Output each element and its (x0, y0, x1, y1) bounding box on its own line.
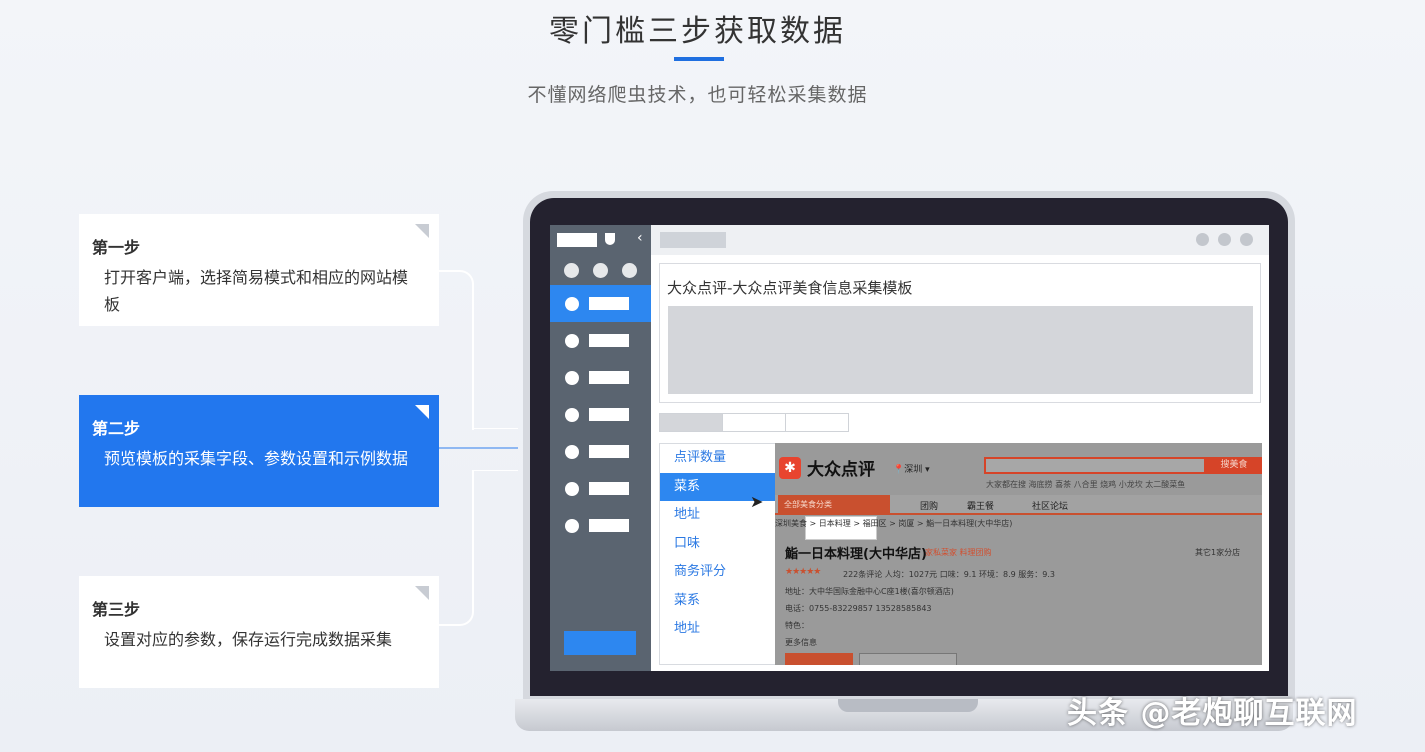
preview-logo: ✱ 大众点评 (779, 455, 875, 480)
sidebar-action-button[interactable] (564, 631, 636, 655)
field-item[interactable]: 口味 (660, 530, 775, 559)
website-preview: ✱ 大众点评 📍深圳 ▾ 搜美食 大家都在搜 海底捞 喜茶 八合里 烧鸡 小龙坎… (775, 443, 1262, 665)
sidebar-item[interactable] (550, 507, 651, 544)
step-desc: 预览模板的采集字段、参数设置和示例数据 (104, 449, 409, 468)
preview-nav-link: 霸王餐 (967, 502, 995, 512)
preview-shop-tag: 家私菜家 料理团购 (925, 548, 992, 557)
connector-step-3-head (472, 470, 518, 471)
preview-secondary-button (859, 653, 957, 665)
preview-nav: 全部美食分类 团购 霸王餐 社区论坛 (775, 495, 1262, 515)
preview-more: 更多信息 (785, 638, 817, 647)
step-card-2[interactable]: 第二步 预览模板的采集字段、参数设置和示例数据 (79, 395, 439, 507)
app-tab[interactable] (660, 232, 726, 248)
field-item[interactable]: 商务评分 (660, 558, 775, 587)
tab[interactable] (722, 413, 786, 432)
preview-hot-words: 大家都在搜 海底捞 喜茶 八合里 烧鸡 小龙坎 太二酸菜鱼 (986, 480, 1186, 489)
sidebar-item[interactable] (550, 433, 651, 470)
preview-shop-name: 鮨一日本料理(大中华店) (785, 547, 927, 562)
sidebar-dots (550, 255, 651, 285)
connector-step-1 (438, 270, 474, 430)
shield-icon (605, 233, 615, 245)
sidebar-item[interactable] (550, 396, 651, 433)
field-item[interactable]: 地址 (660, 615, 775, 644)
corner-icon (415, 586, 429, 600)
template-tabs (659, 413, 849, 432)
preview-search-input (984, 457, 1206, 474)
app-screen: ‹ 大众点评-大众点评美食信息采集模板 点评数量 菜系 地址 口味 商务评分 菜… (550, 225, 1269, 671)
watermark: 头条 @老炮聊互联网 (1067, 696, 1358, 731)
sidebar-item[interactable] (550, 359, 651, 396)
window-dot-icon[interactable] (1196, 233, 1209, 246)
app-topbar (651, 225, 1269, 255)
window-dot-icon[interactable] (1218, 233, 1231, 246)
collapse-chevron-icon[interactable]: ‹ (637, 230, 643, 246)
preview-city-name: 深圳 (904, 465, 923, 475)
sidebar-item[interactable] (550, 322, 651, 359)
preview-nav-link: 团购 (920, 502, 939, 512)
preview-search-button: 搜美食 (1206, 457, 1262, 474)
connector-step-2 (438, 447, 518, 449)
app-sidebar: ‹ (550, 225, 651, 671)
corner-icon (415, 224, 429, 238)
hero-title: 零门槛三步获取数据 (549, 14, 846, 49)
step-title: 第一步 (92, 238, 141, 257)
preview-nav-category: 全部美食分类 (778, 495, 890, 515)
connector-step-1-tail (472, 428, 518, 429)
dianping-logo-icon: ✱ (779, 456, 801, 479)
sidebar-header: ‹ (550, 225, 651, 255)
corner-icon (415, 405, 429, 419)
connector-step-3 (438, 470, 474, 626)
preview-city: 📍深圳 ▾ (893, 465, 930, 475)
step-card-1[interactable]: 第一步 打开客户端，选择简易模式和相应的网站模板 (79, 214, 439, 326)
preview-feature: 特色： (785, 621, 809, 630)
preview-stats: 222条评论 人均：1027元 口味：9.1 环境：8.9 服务：9.3 (843, 570, 1055, 579)
app-logo (557, 233, 597, 247)
step-card-3[interactable]: 第三步 设置对应的参数，保存运行完成数据采集 (79, 576, 439, 688)
step-title: 第二步 (92, 419, 141, 438)
tab[interactable] (785, 413, 849, 432)
template-description-area (668, 306, 1253, 394)
preview-nav-link: 社区论坛 (1032, 502, 1069, 512)
sidebar-item[interactable] (550, 285, 651, 322)
field-item[interactable]: 菜系 (660, 587, 775, 616)
template-panel: 大众点评-大众点评美食信息采集模板 (659, 263, 1261, 403)
hero-underline (674, 57, 724, 61)
step-title: 第三步 (92, 600, 141, 619)
preview-breadcrumb: 深圳美食 > 日本料理 > 福田区 > 岗厦 > 鮨一日本料理(大中华店) (775, 519, 1013, 528)
hero-subtitle: 不懂网络爬虫技术，也可轻松采集数据 (527, 84, 868, 106)
window-dot-icon[interactable] (1240, 233, 1253, 246)
template-title: 大众点评-大众点评美食信息采集模板 (667, 279, 913, 297)
preview-action-button (785, 653, 853, 665)
field-item[interactable]: 点评数量 (660, 444, 775, 473)
sidebar-item[interactable] (550, 470, 651, 507)
mouse-cursor-icon: ➤ (750, 492, 764, 511)
laptop-notch (838, 699, 978, 712)
field-list: 点评数量 菜系 地址 口味 商务评分 菜系 地址 (659, 443, 776, 665)
preview-stars-icon: ★★★★★ (785, 567, 821, 577)
tab[interactable] (659, 413, 723, 432)
preview-logo-text: 大众点评 (807, 460, 875, 480)
preview-address: 地址：大中华国际金融中心C座1楼(喜尔顿酒店) (785, 587, 954, 596)
preview-phone: 电话：0755-83229857 13528585843 (785, 604, 932, 613)
step-desc: 设置对应的参数，保存运行完成数据采集 (104, 630, 393, 649)
step-desc: 打开客户端，选择简易模式和相应的网站模板 (104, 268, 409, 314)
preview-branch: 其它1家分店 (1195, 548, 1241, 557)
